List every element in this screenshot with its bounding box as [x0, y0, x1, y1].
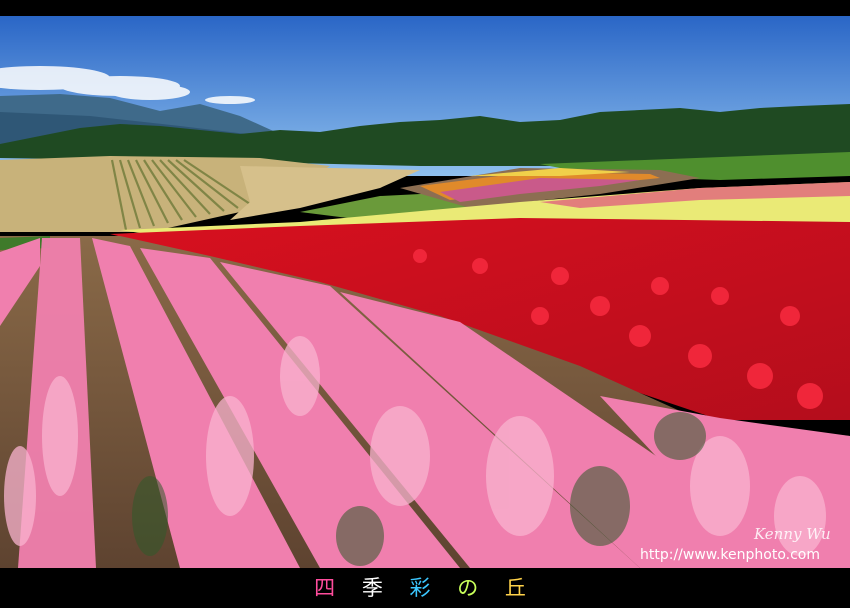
- caption-char-4: の: [457, 576, 489, 600]
- caption-char-1: 四: [314, 576, 346, 600]
- caption-char-5: 丘: [504, 576, 536, 600]
- caption-char-2: 季: [361, 576, 393, 600]
- photo-caption: 四 季 彩 の 丘: [0, 571, 850, 605]
- caption-char-3: 彩: [409, 576, 441, 600]
- watermark-url: http://www.kenphoto.com: [640, 547, 820, 563]
- landscape-photo: [0, 16, 850, 568]
- photographer-signature: Kenny Wu: [754, 525, 831, 543]
